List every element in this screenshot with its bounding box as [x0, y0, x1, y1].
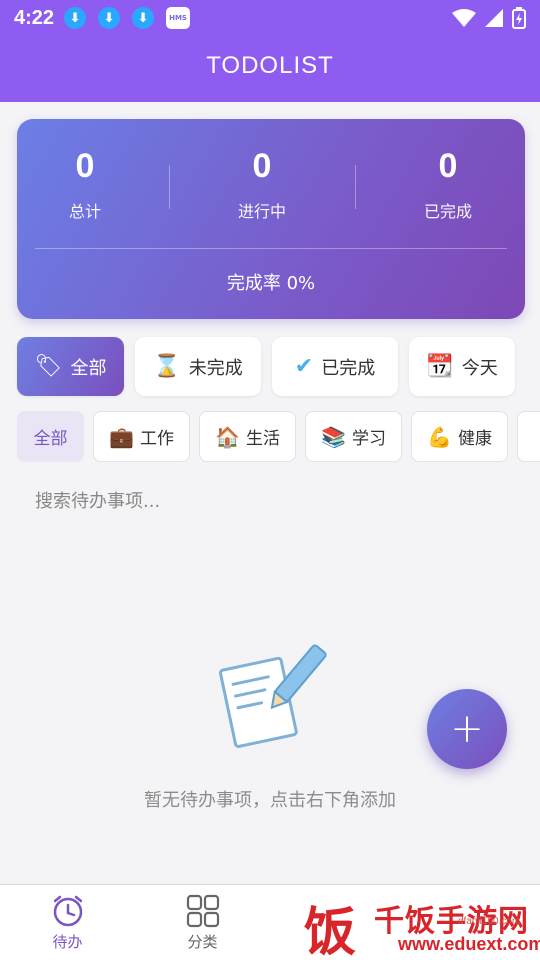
- nav-item-label: 待办: [52, 933, 83, 951]
- category-chip-study[interactable]: 📚 学习: [305, 411, 402, 462]
- add-todo-button[interactable]: +: [427, 689, 507, 769]
- briefcase-icon: 💼: [109, 424, 134, 449]
- status-filter-tabs: 🏷 全部 ⌛ 未完成 ✔ 已完成 📆 今天: [17, 337, 515, 396]
- filter-tab-incomplete[interactable]: ⌛ 未完成: [135, 337, 261, 396]
- stats-divider: [35, 248, 507, 249]
- stat-total-label: 总计: [68, 202, 101, 221]
- category-chip-health[interactable]: 💪 健康: [411, 411, 508, 462]
- stat-total-value: 0: [75, 147, 95, 185]
- stat-completed-value: 0: [438, 147, 458, 185]
- nav-item-label: 分类: [187, 933, 218, 951]
- hourglass-icon: ⌛: [153, 354, 181, 379]
- filter-tab-completed[interactable]: ✔ 已完成: [272, 337, 398, 396]
- filter-tab-all[interactable]: 🏷 全部: [17, 337, 124, 396]
- empty-state-message: 暂无待办事项，点击右下角添加: [144, 790, 396, 811]
- category-chip-label: 全部: [33, 429, 68, 449]
- page-title: TODOLIST: [206, 52, 334, 79]
- stat-completed: 0 已完成: [378, 147, 518, 222]
- stats-card: 0 总计 0 进行中 0 已完成 完成率 0%: [17, 119, 525, 319]
- books-icon: 📚: [321, 424, 346, 449]
- category-chip-more[interactable]: [517, 411, 540, 462]
- watermark: 饭 千饭手游网 dfanji100.com www.eduext.com: [298, 886, 540, 960]
- grid-icon: [186, 894, 219, 928]
- filter-tab-today[interactable]: 📆 今天: [409, 337, 515, 396]
- category-chip-all[interactable]: 全部: [17, 411, 84, 462]
- completion-rate: 完成率 0%: [226, 273, 316, 294]
- stat-total: 0 总计: [15, 147, 155, 222]
- filter-tab-label: 全部: [70, 357, 107, 379]
- download-icon: ⬇: [132, 7, 155, 29]
- category-chip-label: 工作: [139, 429, 174, 449]
- tag-icon: 🏷: [34, 354, 63, 379]
- battery-icon: [512, 7, 526, 29]
- flexed-arm-icon: 💪: [427, 424, 452, 449]
- download-icon: ⬇: [98, 7, 121, 29]
- stat-completed-label: 已完成: [423, 202, 472, 221]
- nav-item-category[interactable]: 分类: [135, 893, 270, 952]
- category-chip-label: 生活: [245, 429, 280, 449]
- filter-tab-label: 今天: [461, 357, 498, 379]
- category-chip-label: 健康: [457, 429, 492, 449]
- calendar-icon: 📆: [426, 354, 454, 379]
- plus-icon: +: [450, 706, 484, 752]
- category-chip-life[interactable]: 🏠 生活: [199, 411, 296, 462]
- house-icon: 🏠: [215, 424, 240, 449]
- stat-divider: [355, 165, 356, 209]
- stat-in-progress: 0 进行中: [192, 147, 332, 222]
- app-header: 4:22 ⬇ ⬇ ⬇ HMS TODOLIST: [0, 0, 540, 102]
- nav-item-todo[interactable]: 待办: [0, 893, 135, 952]
- alarm-clock-icon: [53, 895, 82, 927]
- watermark-url: www.eduext.com: [398, 934, 540, 954]
- download-icon: ⬇: [64, 7, 87, 29]
- filter-tab-label: 未完成: [188, 357, 243, 379]
- category-chip-work[interactable]: 💼 工作: [93, 411, 190, 462]
- category-chips: 全部 💼 工作 🏠 生活 📚 学习 💪 健康: [17, 411, 540, 462]
- search-input[interactable]: [17, 478, 523, 524]
- wifi-icon: [452, 9, 476, 27]
- note-pencil-icon: [218, 644, 327, 748]
- checkmark-icon: ✔: [294, 354, 314, 379]
- watermark-logo: 饭: [304, 902, 357, 960]
- status-bar: 4:22 ⬇ ⬇ ⬇ HMS: [0, 0, 540, 36]
- watermark-small: dfanji100.com: [458, 916, 521, 927]
- signal-icon: [485, 9, 503, 27]
- hms-icon: HMS: [166, 7, 191, 29]
- stat-in-progress-value: 0: [252, 147, 272, 185]
- stat-in-progress-label: 进行中: [237, 202, 286, 221]
- filter-tab-label: 已完成: [321, 357, 376, 379]
- category-chip-label: 学习: [351, 429, 386, 449]
- status-indicators: [452, 7, 526, 29]
- status-time: 4:22: [14, 6, 55, 29]
- stat-divider: [169, 165, 170, 209]
